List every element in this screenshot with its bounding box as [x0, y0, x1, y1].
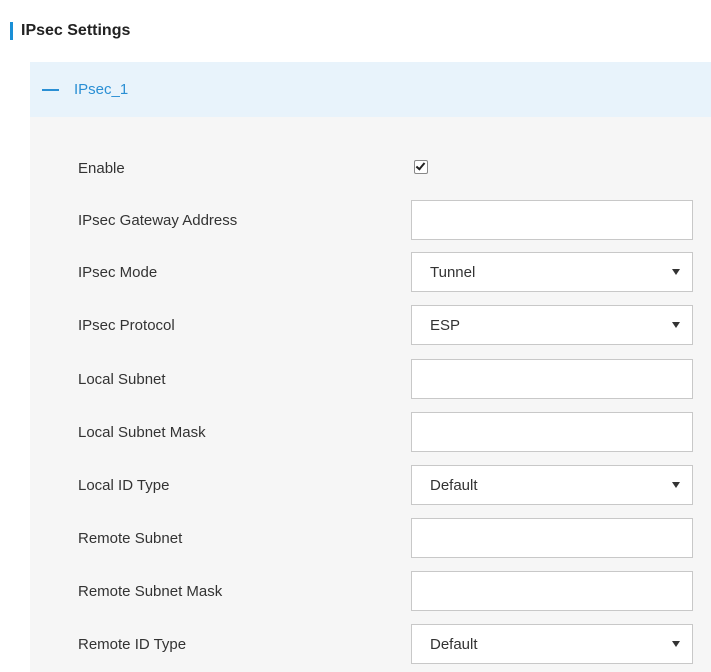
remote-id-type-select[interactable]: Default: [411, 624, 693, 664]
dropdown-arrow-icon: [672, 269, 680, 275]
collapse-minus-icon[interactable]: [42, 88, 59, 91]
local-subnet-label: Local Subnet: [78, 370, 166, 388]
remote-subnet-mask-input[interactable]: [411, 571, 693, 611]
mode-label: IPsec Mode: [78, 263, 158, 281]
protocol-label: IPsec Protocol: [78, 316, 175, 334]
remote-subnet-input[interactable]: [411, 518, 693, 558]
local-id-type-label: Local ID Type: [78, 476, 170, 494]
gateway-label: IPsec Gateway Address: [78, 211, 238, 229]
row-enable: Enable: [30, 148, 711, 188]
row-local-id-type: Local ID Type Default: [30, 465, 711, 505]
row-remote-subnet-mask: Remote Subnet Mask: [30, 571, 711, 611]
protocol-select[interactable]: ESP: [411, 305, 693, 345]
remote-subnet-label: Remote Subnet: [78, 529, 183, 547]
enable-checkbox[interactable]: [414, 160, 428, 174]
ipsec-panel: IPsec_1 Enable IPsec Gateway Address IPs…: [30, 62, 711, 672]
remote-id-type-label: Remote ID Type: [78, 635, 187, 653]
local-subnet-mask-label: Local Subnet Mask: [78, 423, 206, 441]
row-remote-subnet: Remote Subnet: [30, 518, 711, 558]
section-title: IPsec Settings: [10, 20, 130, 42]
row-local-subnet: Local Subnet: [30, 359, 711, 399]
enable-label: Enable: [78, 159, 125, 177]
protocol-value: ESP: [430, 316, 461, 334]
mode-select[interactable]: Tunnel: [411, 252, 693, 292]
mode-value: Tunnel: [430, 263, 476, 281]
ipsec-1-title: IPsec_1: [74, 81, 129, 98]
dropdown-arrow-icon: [672, 641, 680, 647]
dropdown-arrow-icon: [672, 322, 680, 328]
local-id-type-select[interactable]: Default: [411, 465, 693, 505]
row-local-subnet-mask: Local Subnet Mask: [30, 412, 711, 452]
dropdown-arrow-icon: [672, 482, 680, 488]
section-title-text: IPsec Settings: [21, 22, 131, 39]
row-mode: IPsec Mode Tunnel: [30, 252, 711, 292]
local-id-type-value: Default: [430, 476, 478, 494]
remote-subnet-mask-label: Remote Subnet Mask: [78, 582, 223, 600]
gateway-input[interactable]: [411, 200, 693, 240]
row-protocol: IPsec Protocol ESP: [30, 305, 711, 345]
checkmark-icon: [415, 160, 426, 171]
local-subnet-mask-input[interactable]: [411, 412, 693, 452]
page: IPsec Settings IPsec_1 Enable IPsec Gate…: [0, 0, 711, 672]
remote-id-type-value: Default: [430, 635, 478, 653]
ipsec-1-header[interactable]: IPsec_1: [30, 62, 711, 117]
row-gateway: IPsec Gateway Address: [30, 200, 711, 240]
row-remote-id-type: Remote ID Type Default: [30, 624, 711, 664]
section-accent-bar: [10, 22, 13, 40]
local-subnet-input[interactable]: [411, 359, 693, 399]
